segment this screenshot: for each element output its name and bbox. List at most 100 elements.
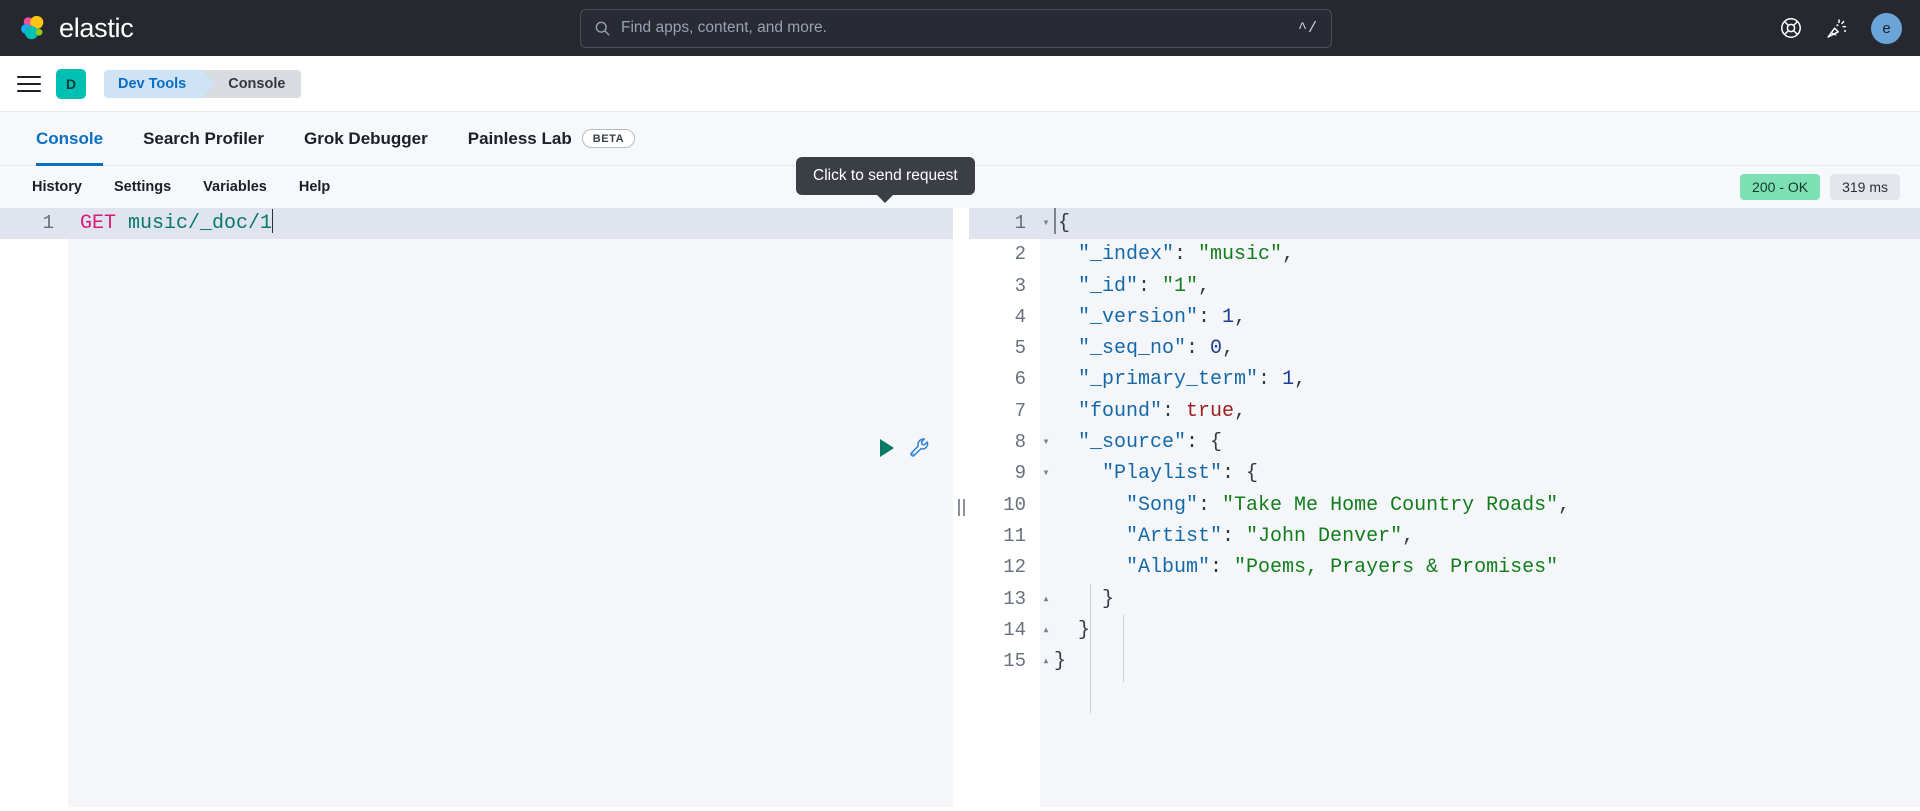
line-number: 7	[968, 396, 1040, 427]
token-punc: ,	[1222, 337, 1234, 360]
code-line[interactable]: 4 "_version": 1,	[968, 302, 1920, 333]
breadcrumb-item-console[interactable]: Console	[202, 70, 301, 98]
token-key: "found"	[1054, 400, 1162, 423]
code-line[interactable]: 12 "Album": "Poems, Prayers & Promises"	[968, 552, 1920, 583]
code-line[interactable]: 13▴ }	[968, 584, 1920, 615]
code-text: "Song": "Take Me Home Country Roads",	[1040, 490, 1570, 521]
token-key: "_seq_no"	[1054, 337, 1186, 360]
code-line[interactable]: 6 "_primary_term": 1,	[968, 364, 1920, 395]
hamburger-menu-icon[interactable]	[16, 71, 42, 97]
token-punc: ,	[1282, 243, 1294, 266]
search-input[interactable]	[611, 19, 1298, 37]
token-key: "_id"	[1054, 275, 1138, 298]
code-text: "_version": 1,	[1040, 302, 1246, 333]
line-number: 8	[968, 427, 1040, 458]
tab-search-profiler[interactable]: Search Profiler	[123, 112, 284, 166]
elastic-logo-icon	[18, 13, 48, 43]
token-punc: }	[1054, 588, 1114, 611]
token-punc: :	[1162, 400, 1186, 423]
response-status-group: 200 - OK 319 ms	[1740, 174, 1900, 200]
wrench-context-menu-icon[interactable]	[908, 436, 931, 459]
code-line[interactable]: 1▾{	[968, 208, 1920, 239]
token-punc: :	[1198, 306, 1222, 329]
code-line[interactable]: 14▴ }	[968, 615, 1920, 646]
line-number: 2	[968, 239, 1040, 270]
token-key: "Song"	[1054, 494, 1198, 517]
tab-painless-lab[interactable]: Painless Lab BETA	[448, 112, 655, 166]
response-editor[interactable]: 1 ▾ {2 "_index": "music",3 "_id": "1",4 "_…	[968, 208, 1920, 807]
request-run-controls	[880, 436, 931, 459]
brand[interactable]: elastic	[0, 13, 133, 44]
token-punc: :	[1174, 243, 1198, 266]
code-text: "_source": {	[1040, 427, 1222, 458]
token-punc: :	[1258, 368, 1282, 391]
code-line[interactable]: 2 "_index": "music",	[968, 239, 1920, 270]
token-num: 1	[1222, 306, 1234, 329]
tab-console[interactable]: Console	[16, 112, 123, 166]
menu-item-settings[interactable]: Settings	[98, 179, 187, 195]
fold-toggle-icon[interactable]: ▾	[1040, 208, 1052, 239]
token-punc: }	[1054, 650, 1066, 673]
resize-grip-icon	[958, 499, 965, 516]
breadcrumb: Dev Tools Console	[104, 70, 301, 98]
fold-toggle-icon[interactable]: ▾	[1040, 458, 1052, 489]
token-str: "1"	[1162, 275, 1198, 298]
status-badge: 200 - OK	[1740, 174, 1820, 200]
user-avatar[interactable]: e	[1871, 13, 1902, 44]
line-number: 9	[968, 458, 1040, 489]
console-area: 1GET music/_doc/1 1 ▾ {2 "_index": "music"…	[0, 208, 1920, 807]
line-number: 10	[968, 490, 1040, 521]
code-text: "Playlist": {	[1040, 458, 1258, 489]
token-punc: ,	[1234, 306, 1246, 329]
menu-item-help[interactable]: Help	[283, 179, 346, 195]
code-line[interactable]: 3 "_id": "1",	[968, 271, 1920, 302]
fold-toggle-icon[interactable]: ▴	[1040, 615, 1052, 646]
breadcrumb-bar: D Dev Tools Console	[0, 56, 1920, 112]
token-punc: ,	[1294, 368, 1306, 391]
line-number: 1	[0, 208, 68, 239]
code-line[interactable]: 5 "_seq_no": 0,	[968, 333, 1920, 364]
token-punc: {	[1058, 212, 1070, 235]
space-avatar-badge[interactable]: D	[56, 69, 86, 99]
token-punc: : {	[1222, 462, 1258, 485]
token-num: 1	[1282, 368, 1294, 391]
code-line[interactable]: 9▾ "Playlist": {	[968, 458, 1920, 489]
token-punc: }	[1054, 619, 1090, 642]
lifebuoy-help-icon[interactable]	[1779, 16, 1803, 40]
code-text: "_id": "1",	[1040, 271, 1210, 302]
line-number: 15	[968, 646, 1040, 677]
token-punc: ,	[1402, 525, 1414, 548]
fold-toggle-icon[interactable]: ▴	[1040, 646, 1052, 677]
token-punc: :	[1210, 556, 1234, 579]
request-editor[interactable]: 1GET music/_doc/1	[0, 208, 968, 807]
global-search[interactable]: ^/	[580, 9, 1332, 48]
line-number: 13	[968, 584, 1040, 615]
line-number: 11	[968, 521, 1040, 552]
fold-toggle-icon[interactable]: ▾	[1040, 427, 1052, 458]
fold-toggle-icon[interactable]: ▴	[1040, 584, 1052, 615]
send-request-tooltip: Click to send request	[796, 157, 975, 195]
token-str: "music"	[1198, 243, 1282, 266]
token-bool: true	[1186, 400, 1234, 423]
menu-item-history[interactable]: History	[16, 179, 98, 195]
code-line[interactable]: 1GET music/_doc/1	[0, 208, 967, 239]
search-box[interactable]: ^/	[580, 9, 1332, 48]
code-line[interactable]: 11 "Artist": "John Denver",	[968, 521, 1920, 552]
code-line[interactable]: 15▴}	[968, 646, 1920, 677]
code-text: "found": true,	[1040, 396, 1246, 427]
menu-item-variables[interactable]: Variables	[187, 179, 283, 195]
code-line[interactable]: 10 "Song": "Take Me Home Country Roads",	[968, 490, 1920, 521]
breadcrumb-item-dev-tools[interactable]: Dev Tools	[104, 70, 202, 98]
confetti-whats-new-icon[interactable]	[1825, 16, 1849, 40]
play-send-request-icon[interactable]	[880, 439, 894, 457]
code-line[interactable]: 7 "found": true,	[968, 396, 1920, 427]
code-line[interactable]: 8▾ "_source": {	[968, 427, 1920, 458]
token-key: "_primary_term"	[1054, 368, 1258, 391]
token-punc: :	[1138, 275, 1162, 298]
token-punc: ,	[1234, 400, 1246, 423]
token-punc: : {	[1186, 431, 1222, 454]
line-number: 12	[968, 552, 1040, 583]
tab-grok-debugger[interactable]: Grok Debugger	[284, 112, 448, 166]
beta-badge: BETA	[582, 129, 636, 148]
pane-resize-handle[interactable]	[953, 208, 969, 807]
